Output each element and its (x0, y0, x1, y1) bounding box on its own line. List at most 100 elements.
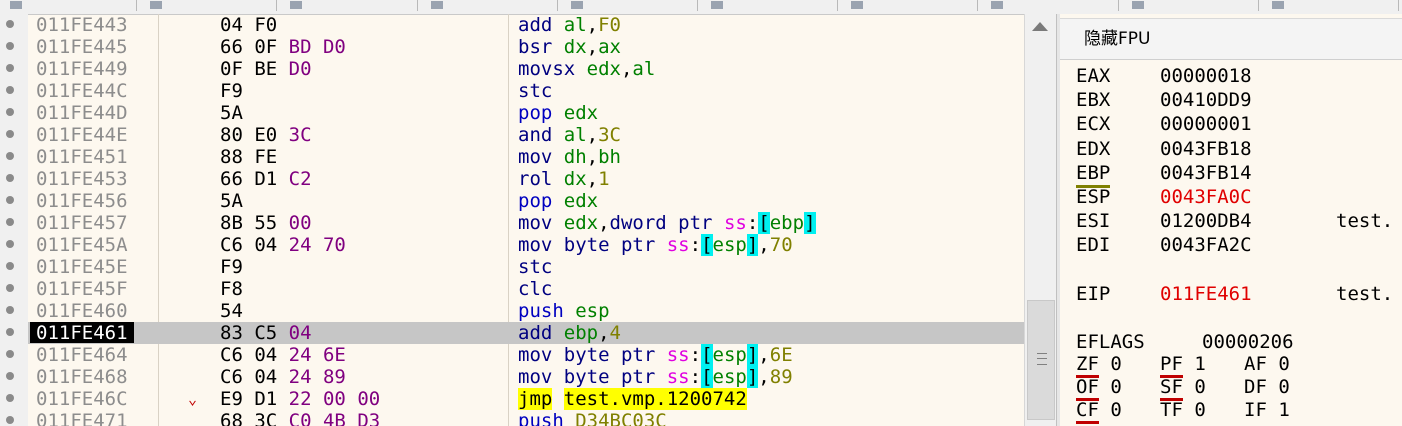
breakpoint-dot-icon[interactable] (6, 394, 14, 402)
flag-value[interactable]: 1 (1183, 353, 1205, 375)
toolbar-tab[interactable] (983, 0, 1119, 11)
flag-value[interactable]: 0 (1267, 353, 1289, 375)
toolbar-tab[interactable] (1264, 0, 1399, 11)
jump-arrow-icon: ⌄ (188, 390, 198, 408)
register-row[interactable]: EDX 0043FB18 (1060, 137, 1402, 161)
instruction-token (552, 388, 563, 410)
breakpoint-dot-icon[interactable] (6, 64, 14, 72)
disasm-row[interactable]: 011FE46C ⌄ E9 D1 22 00 00 jmp test.vmp.1200… (28, 388, 1024, 410)
breakpoint-dot-icon[interactable] (6, 306, 14, 314)
register-row-eflags[interactable]: EFLAGS 00000206 (1060, 330, 1402, 354)
breakpoint-dot-icon[interactable] (6, 196, 14, 204)
disasm-row[interactable]: 011FE445 66 0F BD D0 bsr dx,ax (28, 36, 1024, 58)
toolbar-tab[interactable] (703, 0, 839, 11)
breakpoint-dot-icon[interactable] (6, 174, 14, 182)
current-instruction-row[interactable]: 011FE461 83 C5 04 add ebp,4 (28, 322, 1024, 344)
register-row[interactable]: ESP 0043FA0C (1060, 185, 1402, 209)
disasm-row[interactable]: 011FE45E F9 stc (28, 256, 1024, 278)
disasm-row[interactable]: 011FE45A C6 04 24 70 mov byte ptr ss:[esp]… (28, 234, 1024, 256)
register-value-edi[interactable]: 0043FA2C (1160, 233, 1252, 257)
disasm-row[interactable]: 011FE44D 5A pop edx (28, 102, 1024, 124)
register-value-edx[interactable]: 0043FB18 (1160, 137, 1252, 161)
opcode-byte: C0 (277, 410, 312, 426)
disasm-row[interactable]: 011FE464 C6 04 24 6E mov byte ptr ss:[esp]… (28, 344, 1024, 366)
disasm-row[interactable]: 011FE460 54 push esp (28, 300, 1024, 322)
instruction-text: mov byte ptr ss:[esp],6E (518, 344, 793, 366)
breakpoint-dot-icon[interactable] (6, 240, 14, 248)
disasm-row[interactable]: 011FE451 88 FE mov dh,bh (28, 146, 1024, 168)
scrollbar-thumb[interactable] (1027, 300, 1055, 420)
toolbar-tab[interactable] (282, 0, 418, 11)
register-value-eflags[interactable]: 00000206 (1202, 330, 1294, 354)
disasm-row[interactable]: 011FE471 68 3C C0 4B D3 push D34BC03C (28, 410, 1024, 426)
flag-of[interactable]: OF 0 (1076, 376, 1122, 401)
register-value-ebp[interactable]: 0043FB14 (1160, 161, 1252, 185)
disasm-row[interactable]: 011FE457 8B 55 00 mov edx,dword ptr ss:[eb… (28, 212, 1024, 234)
flag-cf[interactable]: CF 0 (1076, 399, 1122, 424)
flag-af[interactable]: AF 0 (1244, 353, 1290, 375)
breakpoint-dot-icon[interactable] (6, 372, 14, 380)
toolbar-tab[interactable] (1124, 0, 1259, 11)
disasm-row[interactable]: 011FE468 C6 04 24 89 mov byte ptr ss:[esp]… (28, 366, 1024, 388)
register-value-eax[interactable]: 00000018 (1160, 64, 1252, 88)
register-value-esi[interactable]: 01200DB4 (1160, 209, 1252, 233)
toolbar-tab[interactable] (563, 0, 698, 11)
breakpoint-dot-icon[interactable] (6, 86, 14, 94)
flag-pf[interactable]: PF 1 (1160, 353, 1206, 378)
breakpoint-dot-icon[interactable] (6, 152, 14, 160)
flag-value[interactable]: 0 (1183, 376, 1205, 398)
breakpoint-dot-icon[interactable] (6, 218, 14, 226)
flag-zf[interactable]: ZF 0 (1076, 353, 1122, 378)
breakpoint-dot-icon[interactable] (6, 284, 14, 292)
register-row[interactable]: EDI 0043FA2C (1060, 233, 1402, 257)
register-value-esp[interactable]: 0043FA0C (1160, 185, 1252, 209)
register-row-eip[interactable]: EIP 011FE461 test. (1060, 282, 1402, 306)
disasm-row[interactable]: 011FE44C F9 stc (28, 80, 1024, 102)
flag-sf[interactable]: SF 0 (1160, 376, 1206, 401)
flag-value[interactable]: 0 (1099, 376, 1121, 398)
instruction-token: byte ptr (563, 366, 667, 388)
breakpoint-dot-icon[interactable] (6, 108, 14, 116)
register-row[interactable]: EBX 00410DD9 (1060, 88, 1402, 112)
disassembly-scrollbar[interactable] (1024, 14, 1057, 426)
disassembly-view[interactable]: 011FE443 04 F0 add al,F0 011FE445 66 0F BD D… (28, 14, 1024, 426)
breakpoint-dot-icon[interactable] (6, 350, 14, 358)
register-value-ecx[interactable]: 00000001 (1160, 112, 1252, 136)
register-value-ebx[interactable]: 00410DD9 (1160, 88, 1252, 112)
disasm-row[interactable]: 011FE449 0F BE D0 movsx edx,al (28, 58, 1024, 80)
register-row[interactable]: ECX 00000001 (1060, 112, 1402, 136)
toolbar-tab[interactable] (142, 0, 278, 11)
instruction-text: stc (518, 80, 552, 102)
scroll-up-arrow-icon[interactable] (1032, 22, 1048, 31)
disasm-row[interactable]: 011FE456 5A pop edx (28, 190, 1024, 212)
flag-df[interactable]: DF 0 (1244, 376, 1290, 398)
flag-value[interactable]: 0 (1183, 399, 1205, 421)
disasm-row[interactable]: 011FE45F F8 clc (28, 278, 1024, 300)
breakpoint-dot-icon[interactable] (6, 328, 14, 336)
disasm-row[interactable]: 011FE443 04 F0 add al,F0 (28, 14, 1024, 36)
register-row[interactable]: EAX 00000018 (1060, 64, 1402, 88)
toolbar-tab[interactable] (2, 0, 138, 11)
flag-value[interactable]: 1 (1267, 399, 1289, 421)
disasm-row[interactable]: 011FE453 66 D1 C2 rol dx,1 (28, 168, 1024, 190)
hide-fpu-button[interactable]: 隐藏FPU (1060, 18, 1402, 60)
flag-if[interactable]: IF 1 (1244, 399, 1290, 421)
flag-tf[interactable]: TF 0 (1160, 399, 1206, 421)
flag-value[interactable]: 0 (1267, 376, 1289, 398)
breakpoint-dot-icon[interactable] (6, 262, 14, 270)
breakpoint-dot-icon[interactable] (6, 130, 14, 138)
breakpoint-gutter[interactable] (0, 14, 28, 426)
disasm-row[interactable]: 011FE44E 80 E0 3C and al,3C (28, 124, 1024, 146)
breakpoint-dot-icon[interactable] (6, 416, 14, 424)
toolbar-tab[interactable] (423, 0, 558, 11)
breakpoint-dot-icon[interactable] (6, 42, 14, 50)
flag-value[interactable]: 0 (1099, 399, 1121, 421)
flag-value[interactable]: 0 (1099, 353, 1121, 375)
toolbar-tab[interactable] (843, 0, 979, 11)
register-row[interactable]: EBP 0043FB14 (1060, 161, 1402, 188)
register-row[interactable]: ESI 01200DB4 test. (1060, 209, 1402, 233)
instruction-token: , (586, 124, 599, 146)
breakpoint-dot-icon[interactable] (6, 20, 14, 28)
instruction-address: 011FE464 (36, 344, 128, 366)
register-value-eip[interactable]: 011FE461 (1160, 282, 1252, 306)
